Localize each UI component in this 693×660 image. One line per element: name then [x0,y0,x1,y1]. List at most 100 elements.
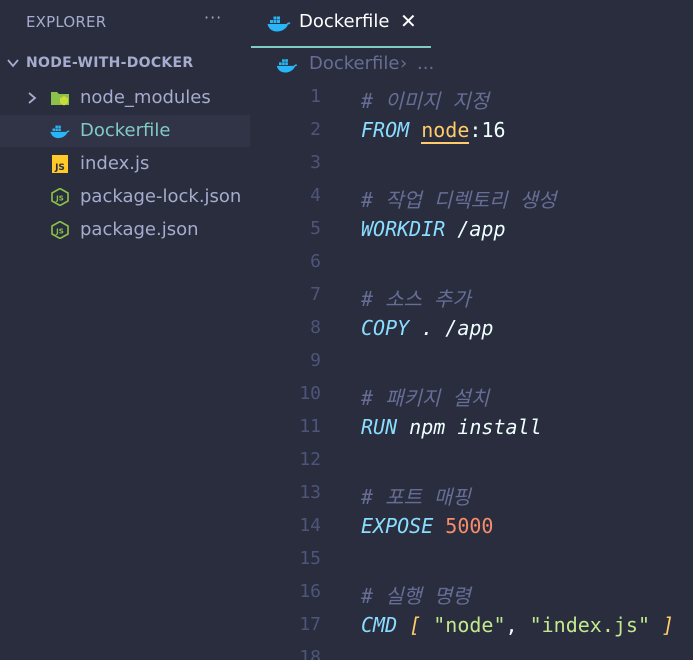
line-content: RUN npm install [361,415,542,439]
code-line: 12 [251,444,693,477]
line-number: 2 [310,119,321,140]
line-content: # 실행 명령 [361,580,471,609]
line-number: 3 [310,152,321,173]
tree-item-label: node_modules [80,87,211,108]
tree-item-label: package.json [80,219,199,240]
line-number: 5 [310,218,321,239]
line-number: 11 [299,416,321,437]
line-content: COPY . /app [361,316,493,340]
line-content: # 패키지 설치 [361,382,489,411]
tag-token: 16 [481,118,506,142]
tab-label: Dockerfile [299,11,390,32]
folder-header[interactable]: NODE-WITH-DOCKER [0,52,250,78]
string-token: "node" [421,613,506,637]
arg-token: . /app [409,316,494,340]
code-line: 14 EXPOSE 5000 [251,510,693,543]
keyword-token: COPY [361,316,410,340]
line-content: CMD [ "node", "index.js" ] [361,613,674,637]
line-number: 14 [299,515,321,536]
nodejs-icon: JS [51,188,69,206]
breadcrumb-more[interactable]: ... [417,53,434,74]
comment-token: # 실행 명령 [361,584,471,608]
code-line: 17 CMD [ "node", "index.js" ] [251,609,693,642]
code-line: 7 # 소스 추가 [251,279,693,312]
chevron-down-icon[interactable] [6,56,20,70]
code-line: 5 WORKDIR /app [251,213,693,246]
code-line: 15 [251,543,693,576]
code-line: 8 COPY . /app [251,312,693,345]
keyword-token: CMD [361,613,398,637]
docker-icon [267,16,291,32]
line-number: 7 [310,284,321,305]
code-line: 2 FROM node:16 [251,114,693,147]
tree-item-index-js[interactable]: JS index.js [0,148,250,180]
line-number: 18 [299,647,321,660]
code-line: 18 [251,642,693,660]
explorer-title: EXPLORER [26,13,107,31]
svg-text:JS: JS [55,228,64,236]
line-content: FROM node:16 [361,118,506,144]
punct-token: , [505,613,518,637]
arg-token: /app [445,217,506,241]
explorer-sidebar: EXPLORER ··· NODE-WITH-DOCKER node_modul… [0,0,250,660]
comment-token: # 포트 매핑 [361,485,471,509]
code-line: 1 # 이미지 지정 [251,81,693,114]
line-content: # 작업 디렉토리 생성 [361,184,556,213]
keyword-token: RUN [361,415,398,439]
line-number: 13 [299,482,321,503]
comment-token: # 작업 디렉토리 생성 [361,188,557,212]
line-content: # 소스 추가 [361,283,471,312]
tree-item-label: index.js [80,153,150,174]
chevron-right-icon: › [400,53,408,74]
code-line: 3 [251,147,693,180]
line-number: 4 [310,185,321,206]
close-icon[interactable]: ✕ [400,9,417,33]
keyword-token: EXPOSE [361,514,434,538]
svg-text:JS: JS [55,195,64,203]
line-content: WORKDIR /app [361,217,506,241]
line-number: 16 [299,581,321,602]
line-number: 6 [310,251,321,272]
line-number: 15 [299,548,321,569]
chevron-right-icon[interactable] [25,91,39,105]
tree-item-package-json[interactable]: JS package.json [0,214,250,246]
line-number: 10 [299,383,321,404]
line-content: EXPOSE 5000 [361,514,493,538]
js-icon: JS [52,155,68,173]
bracket-token: [ [397,613,422,637]
more-actions-icon[interactable]: ··· [204,8,222,27]
line-number: 1 [310,86,321,107]
tree-item-label: package-lock.json [80,186,242,207]
arg-token: npm install [397,415,542,439]
code-editor[interactable]: 1 # 이미지 지정 2 FROM node:16 3 4 # 작업 디렉토리 생성 … [251,81,693,660]
folder-title: NODE-WITH-DOCKER [26,55,194,71]
line-number: 12 [299,449,321,470]
line-number: 17 [299,614,321,635]
docker-icon [50,125,70,139]
line-number: 8 [310,317,321,338]
keyword-token: WORKDIR [361,217,446,241]
code-line: 6 [251,246,693,279]
code-line: 4 # 작업 디렉토리 생성 [251,180,693,213]
line-number: 9 [310,350,321,371]
docker-icon [276,59,298,73]
keyword-token: FROM [361,118,410,142]
comment-token: # 소스 추가 [361,287,471,311]
image-token: node [421,118,470,144]
nodejs-icon: JS [51,221,69,239]
code-line: 11 RUN npm install [251,411,693,444]
comment-token: # 이미지 지정 [361,89,490,113]
code-line: 10 # 패키지 설치 [251,378,693,411]
tree-item-dockerfile[interactable]: Dockerfile [0,115,250,147]
tree-item-node-modules[interactable]: node_modules [0,82,250,114]
tree-item-label: Dockerfile [80,120,171,141]
breadcrumb-file[interactable]: Dockerfile [309,53,399,74]
line-content: # 이미지 지정 [361,85,489,114]
code-line: 13 # 포트 매핑 [251,477,693,510]
string-token: "index.js" [517,613,651,637]
tab-dockerfile[interactable]: Dockerfile ✕ [251,0,431,48]
tree-item-package-lock-json[interactable]: JS package-lock.json [0,181,250,213]
punct-token: : [469,118,482,142]
comment-token: # 패키지 설치 [361,386,490,410]
number-token: 5000 [433,514,494,538]
